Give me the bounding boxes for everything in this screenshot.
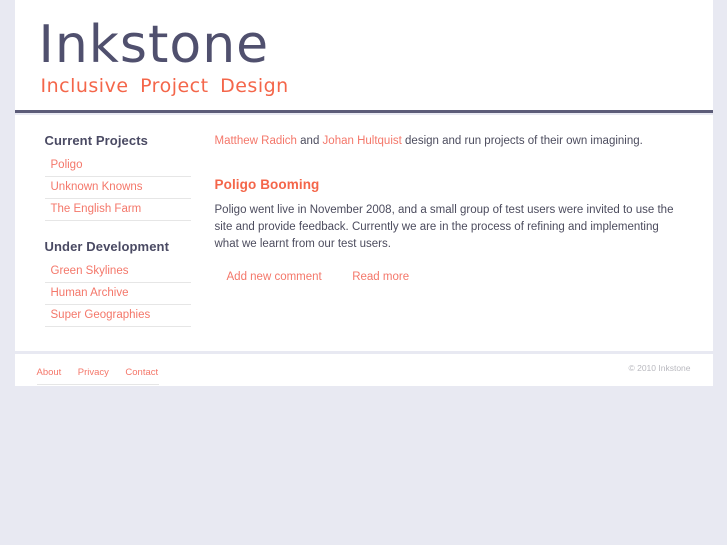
post-title[interactable]: Poligo Booming — [215, 177, 679, 192]
link-matthew-radich[interactable]: Matthew Radich — [215, 135, 297, 147]
add-new-comment-link[interactable]: Add new comment — [227, 271, 322, 283]
list-item: Read more — [352, 267, 409, 285]
site-header: Inkstone Inclusive Project Design — [14, 0, 713, 113]
sidebar-item-super-geographies[interactable]: Super Geographies — [45, 305, 191, 326]
site-header-inner: Inkstone Inclusive Project Design — [15, 6, 713, 104]
page-root: Inkstone Inclusive Project Design Curren… — [0, 0, 727, 545]
site-logo-wordmark[interactable]: Inkstone — [37, 18, 713, 72]
post-body: Poligo went live in November 2008, and a… — [214, 204, 674, 250]
sidebar-list-under-development: Green Skylines Human Archive Super Geogr… — [44, 261, 191, 327]
sidebar-item-green-skylines[interactable]: Green Skylines — [45, 261, 191, 282]
footer-link-privacy[interactable]: Privacy — [78, 367, 109, 378]
list-item: Unknown Knowns — [44, 177, 191, 199]
list-item: Green Skylines — [44, 261, 191, 283]
footer-link-about[interactable]: About — [37, 367, 62, 378]
list-item: Add new comment — [227, 267, 322, 285]
header-divider-rule — [14, 110, 713, 113]
list-item: About — [37, 362, 62, 380]
intro-tail: design and run projects of their own ima… — [401, 135, 643, 147]
link-johan-hultquist[interactable]: Johan Hultquist — [323, 135, 402, 147]
sidebar-item-poligo[interactable]: Poligo — [45, 155, 191, 176]
list-item: Poligo — [44, 155, 191, 177]
footer-links: About Privacy Contact — [36, 362, 159, 385]
list-item: The English Farm — [44, 199, 191, 221]
main-column: Matthew Radich and Johan Hultquist desig… — [190, 133, 713, 327]
site-tagline: Inclusive Project Design — [40, 75, 289, 97]
sidebar-heading-under-development: Under Development — [44, 239, 170, 254]
list-item: Super Geographies — [44, 305, 191, 327]
intro-paragraph: Matthew Radich and Johan Hultquist desig… — [215, 133, 679, 149]
list-item: Privacy — [78, 362, 109, 380]
list-item: Human Archive — [44, 283, 191, 305]
footer-link-contact[interactable]: Contact — [125, 367, 158, 378]
list-item: Contact — [125, 362, 158, 380]
sidebar-item-the-english-farm[interactable]: The English Farm — [45, 199, 191, 220]
post-action-links: Add new comment Read more — [215, 267, 679, 285]
intro-conjunction: and — [296, 135, 323, 147]
copyright-notice: © 2010 Inkstone — [628, 363, 691, 373]
site-footer: About Privacy Contact © 2010 Inkstone — [14, 354, 713, 386]
sidebar-item-human-archive[interactable]: Human Archive — [45, 283, 191, 304]
content-area: Current Projects Poligo Unknown Knowns T… — [14, 115, 713, 351]
sidebar-list-current-projects: Poligo Unknown Knowns The English Farm — [44, 155, 191, 221]
sidebar-heading-current-projects: Current Projects — [44, 133, 148, 148]
read-more-link[interactable]: Read more — [352, 271, 409, 283]
sidebar-item-unknown-knowns[interactable]: Unknown Knowns — [45, 177, 191, 198]
sidebar: Current Projects Poligo Unknown Knowns T… — [15, 133, 191, 327]
